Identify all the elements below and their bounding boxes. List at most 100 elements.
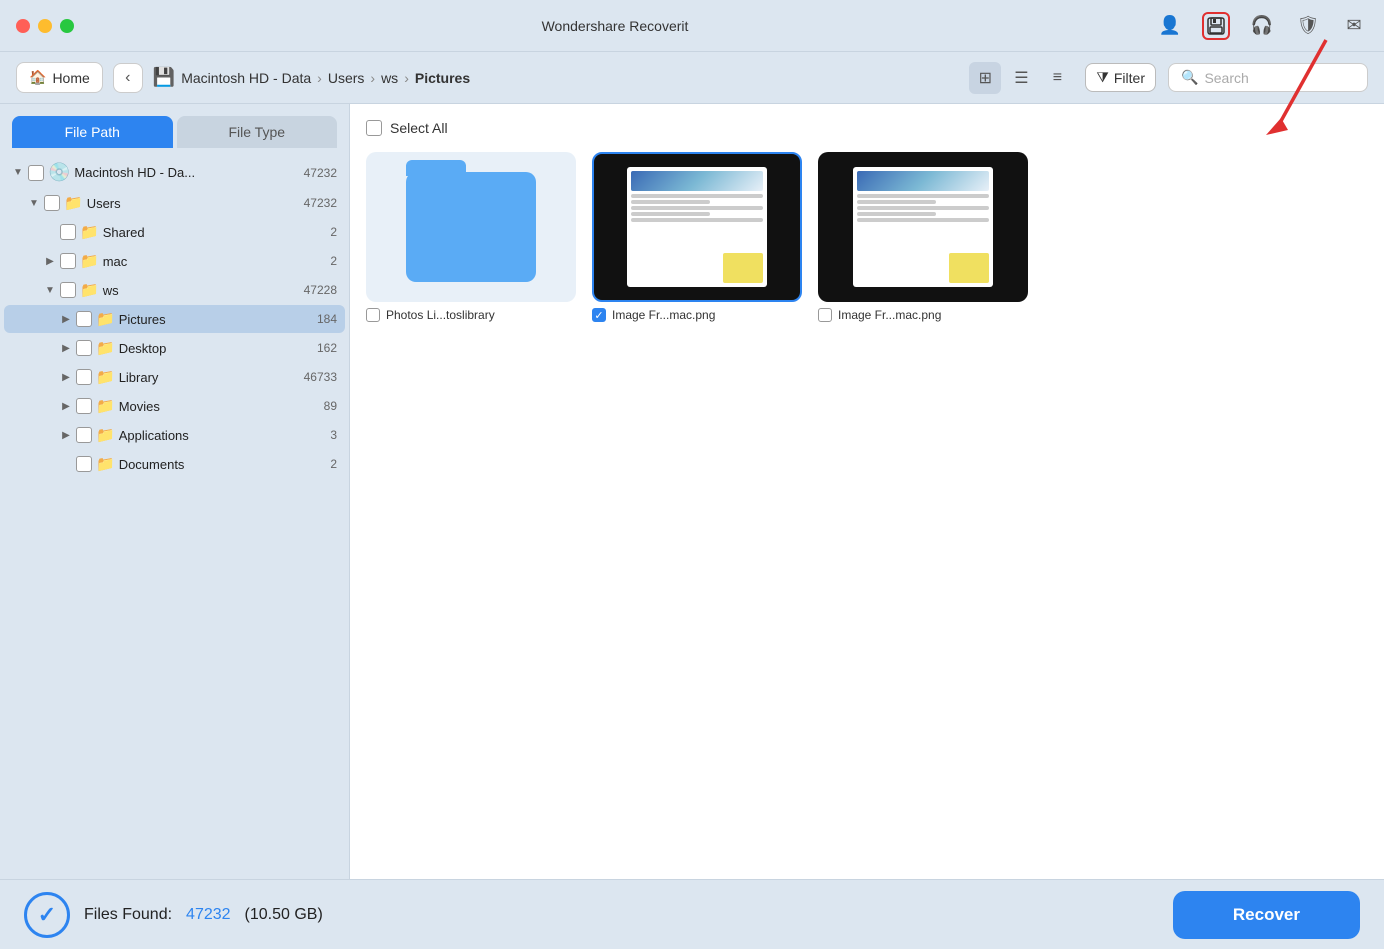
select-all-checkbox[interactable] [366, 120, 382, 136]
file-name: Photos Li...toslibrary [386, 308, 495, 322]
files-size: (10.50 GB) [245, 906, 323, 924]
checkbox-mac[interactable] [60, 253, 76, 269]
file-item-folder[interactable]: Photos Li...toslibrary [366, 152, 576, 322]
app-title: Wondershare Recoverit [542, 18, 689, 34]
doc-lines [857, 194, 989, 222]
sidebar-item-users[interactable]: ▼ 📁 Users 47232 [4, 189, 345, 217]
folder-icon: 📁 [96, 397, 115, 415]
compact-view-button[interactable]: ≡ [1041, 62, 1073, 94]
minimize-button[interactable] [38, 19, 52, 33]
checkbox-desktop[interactable] [76, 340, 92, 356]
breadcrumb-macintosh: Macintosh HD - Data [181, 70, 311, 86]
doc-lines [631, 194, 763, 222]
file-name: Image Fr...mac.png [612, 308, 715, 322]
item-count: 3 [330, 428, 337, 442]
sidebar-item-movies[interactable]: ▶ 📁 Movies 89 [4, 392, 345, 420]
item-count: 46733 [304, 370, 337, 384]
doc-highlight [723, 253, 763, 283]
sidebar-item-macintosh[interactable]: ▼ 💿 Macintosh HD - Da... 47232 [4, 157, 345, 188]
chevron-right-icon: ▶ [44, 256, 56, 267]
file-label: Photos Li...toslibrary [366, 308, 576, 322]
headphones-icon[interactable]: 🎧 [1248, 12, 1276, 40]
file-item-doc1[interactable]: ✓ Image Fr...mac.png [592, 152, 802, 322]
folder-icon: 📁 [96, 310, 115, 328]
checkbox-applications[interactable] [76, 427, 92, 443]
home-icon: 🏠 [29, 69, 46, 86]
item-label: Library [119, 370, 300, 385]
checkbox-library[interactable] [76, 369, 92, 385]
item-label: Macintosh HD - Da... [74, 165, 299, 180]
checkbox-macintosh[interactable] [28, 165, 44, 181]
tab-filetype[interactable]: File Type [177, 116, 338, 148]
checkbox-ws[interactable] [60, 282, 76, 298]
file-checkbox[interactable]: ✓ [592, 308, 606, 322]
file-label: ✓ Image Fr...mac.png [592, 308, 802, 322]
files-count: 47232 [186, 906, 231, 924]
item-label: Pictures [119, 312, 313, 327]
file-label: Image Fr...mac.png [818, 308, 1028, 322]
doc-highlight [949, 253, 989, 283]
chevron-down-icon: ▼ [28, 198, 40, 209]
checkbox-shared[interactable] [60, 224, 76, 240]
recover-button[interactable]: Recover [1173, 891, 1360, 939]
doc-header [631, 171, 763, 191]
list-view-button[interactable]: ☰ [1005, 62, 1037, 94]
checkbox-movies[interactable] [76, 398, 92, 414]
sidebar-item-mac[interactable]: ▶ 📁 mac 2 [4, 247, 345, 275]
breadcrumb-users: Users [328, 70, 365, 86]
back-button[interactable]: ‹ [113, 63, 143, 93]
chevron-right-icon: ▶ [60, 314, 72, 325]
sidebar-item-library[interactable]: ▶ 📁 Library 46733 [4, 363, 345, 391]
file-checkbox[interactable] [366, 308, 380, 322]
item-label: Desktop [119, 341, 313, 356]
close-button[interactable] [16, 19, 30, 33]
maximize-button[interactable] [60, 19, 74, 33]
item-count: 47232 [304, 196, 337, 210]
shield-icon[interactable]: 🛡 [1294, 12, 1322, 40]
file-checkbox[interactable] [818, 308, 832, 322]
check-circle: ✓ [24, 892, 70, 938]
item-label: Movies [119, 399, 320, 414]
breadcrumb-pictures: Pictures [415, 70, 470, 86]
checkbox-users[interactable] [44, 195, 60, 211]
item-count: 47228 [304, 283, 337, 297]
home-button[interactable]: 🏠 Home [16, 62, 103, 93]
file-area: Select All Photos Li...toslibrary [350, 104, 1384, 879]
tab-filepath[interactable]: File Path [12, 116, 173, 148]
item-count: 47232 [304, 166, 337, 180]
folder-icon: 📁 [80, 281, 99, 299]
sidebar-item-shared[interactable]: 📁 Shared 2 [4, 218, 345, 246]
file-item-doc2[interactable]: Image Fr...mac.png [818, 152, 1028, 322]
bottom-bar: ✓ Files Found: 47232 (10.50 GB) Recover [0, 879, 1384, 949]
sidebar: File Path File Type ▼ 💿 Macintosh HD - D… [0, 104, 350, 879]
sidebar-item-desktop[interactable]: ▶ 📁 Desktop 162 [4, 334, 345, 362]
hdd-icon: 💿 [48, 162, 70, 183]
sidebar-item-ws[interactable]: ▼ 📁 ws 47228 [4, 276, 345, 304]
folder-icon: 📁 [64, 194, 83, 212]
chevron-right-icon: ▶ [60, 343, 72, 354]
item-count: 89 [324, 399, 337, 413]
checkbox-pictures[interactable] [76, 311, 92, 327]
item-label: Users [87, 196, 300, 211]
save-icon[interactable] [1202, 12, 1230, 40]
mail-icon[interactable]: ✉ [1340, 12, 1368, 40]
item-count: 184 [317, 312, 337, 326]
doc-preview [627, 167, 767, 287]
doc-header [857, 171, 989, 191]
grid-view-button[interactable]: ⊞ [969, 62, 1001, 94]
sidebar-item-pictures[interactable]: ▶ 📁 Pictures 184 [4, 305, 345, 333]
folder-icon: 📁 [96, 426, 115, 444]
sidebar-item-applications[interactable]: ▶ 📁 Applications 3 [4, 421, 345, 449]
file-grid: Photos Li...toslibrary [366, 152, 1368, 322]
folder-icon: 📁 [80, 252, 99, 270]
doc-preview [853, 167, 993, 287]
search-box[interactable]: 🔍 Search [1168, 63, 1368, 92]
checkbox-documents[interactable] [76, 456, 92, 472]
filter-button[interactable]: ⧩ Filter [1085, 63, 1156, 92]
item-count: 2 [330, 457, 337, 471]
sidebar-item-documents[interactable]: 📁 Documents 2 [4, 450, 345, 478]
breadcrumb-ws: ws [381, 70, 398, 86]
select-all-label: Select All [390, 120, 448, 136]
breadcrumb-bar: 🏠 Home ‹ 💾 Macintosh HD - Data › Users ›… [0, 52, 1384, 104]
person-icon[interactable]: 👤 [1156, 12, 1184, 40]
